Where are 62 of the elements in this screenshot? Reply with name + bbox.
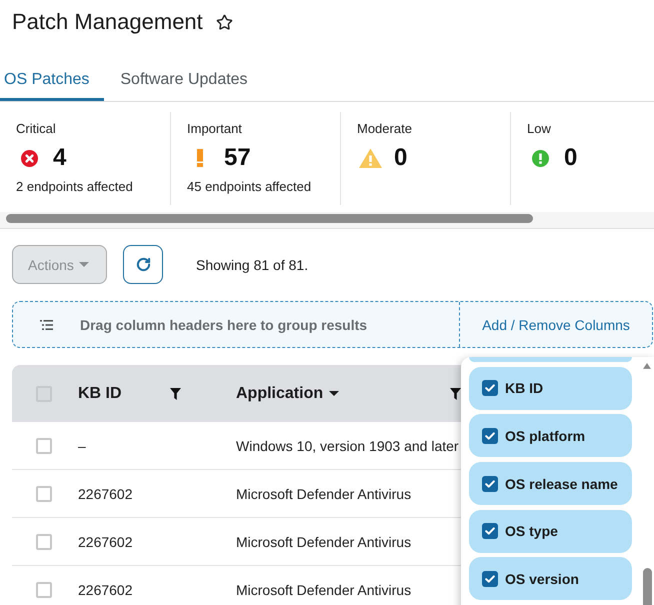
- tab[interactable]: Software Updates: [104, 58, 264, 101]
- column-option[interactable]: OS release name: [469, 462, 632, 506]
- table-cell: 2267602: [78, 486, 133, 502]
- option-checkbox[interactable]: [482, 476, 498, 492]
- column-option[interactable]: OS version: [469, 557, 632, 600]
- severity-label: Moderate: [357, 122, 412, 136]
- severity-label: Low: [527, 122, 551, 136]
- issue-count: 0: [394, 144, 408, 172]
- severity-label: Important: [187, 122, 242, 136]
- column-option[interactable]: OS type: [469, 510, 632, 553]
- add-remove-columns-link[interactable]: Add / Remove Columns: [460, 302, 652, 347]
- check-icon: [485, 432, 495, 440]
- scrollbar-thumb[interactable]: [642, 568, 652, 605]
- table-cell: Windows 10, version 1903 and later: [236, 438, 459, 454]
- list-icon: [40, 320, 53, 330]
- check-icon: [485, 384, 495, 392]
- row-checkbox[interactable]: [36, 438, 52, 454]
- scroll-up-icon[interactable]: [643, 363, 651, 369]
- column-header[interactable]: KB ID: [78, 384, 122, 402]
- row-checkbox[interactable]: [36, 534, 52, 550]
- sort-caret-icon[interactable]: [329, 391, 340, 396]
- table-cell: –: [78, 438, 86, 454]
- column-header[interactable]: Application: [236, 384, 324, 402]
- option-checkbox[interactable]: [482, 523, 498, 540]
- alert-circle-icon: [532, 150, 548, 166]
- x-circle-icon: [20, 150, 38, 166]
- check-icon: [485, 480, 495, 488]
- severity-label: Critical: [16, 122, 56, 136]
- option-checkbox[interactable]: [482, 380, 498, 396]
- option-checkbox[interactable]: [482, 428, 498, 444]
- result-count: Showing 81 of 81.: [196, 256, 308, 272]
- option-checkbox[interactable]: [482, 570, 498, 587]
- row-checkbox[interactable]: [36, 486, 52, 502]
- warning-icon: [358, 148, 382, 168]
- affected-endpoints: 2 endpoints affected: [16, 180, 133, 194]
- scrollbar-thumb[interactable]: [6, 214, 533, 223]
- table-cell: 2267602: [78, 582, 133, 598]
- tab[interactable]: OS Patches: [0, 58, 104, 101]
- table-cell: Microsoft Defender Antivirus: [236, 486, 412, 502]
- exclamation-icon: [197, 149, 203, 167]
- column-option[interactable]: KB ID: [469, 366, 632, 410]
- horizontal-scrollbar[interactable]: [0, 212, 654, 229]
- check-icon: [485, 574, 495, 583]
- group-hint: Drag column headers here to group results: [80, 316, 368, 332]
- caret-icon: [78, 262, 89, 267]
- refresh-button[interactable]: [123, 245, 163, 284]
- select-all-checkbox[interactable]: [36, 386, 52, 402]
- page-title: Patch Management: [12, 8, 203, 36]
- table-cell: 2267602: [78, 534, 133, 550]
- issue-count: 0: [564, 144, 578, 172]
- row-checkbox[interactable]: [36, 582, 52, 598]
- issue-count: 4: [53, 144, 66, 172]
- column-option[interactable]: OS platform: [469, 414, 632, 458]
- group-drop-zone[interactable]: Drag column headers here to group results Add / Remove Columns: [12, 301, 653, 348]
- table-cell: Microsoft Defender Antivirus: [236, 582, 412, 598]
- table-cell: Microsoft Defender Antivirus: [236, 534, 412, 550]
- check-icon: [485, 527, 495, 536]
- filter-icon[interactable]: [170, 388, 181, 400]
- issue-count: 57: [224, 144, 251, 172]
- refresh-icon: [136, 257, 150, 272]
- affected-endpoints: 45 endpoints affected: [187, 180, 312, 194]
- star-icon[interactable]: [216, 14, 233, 31]
